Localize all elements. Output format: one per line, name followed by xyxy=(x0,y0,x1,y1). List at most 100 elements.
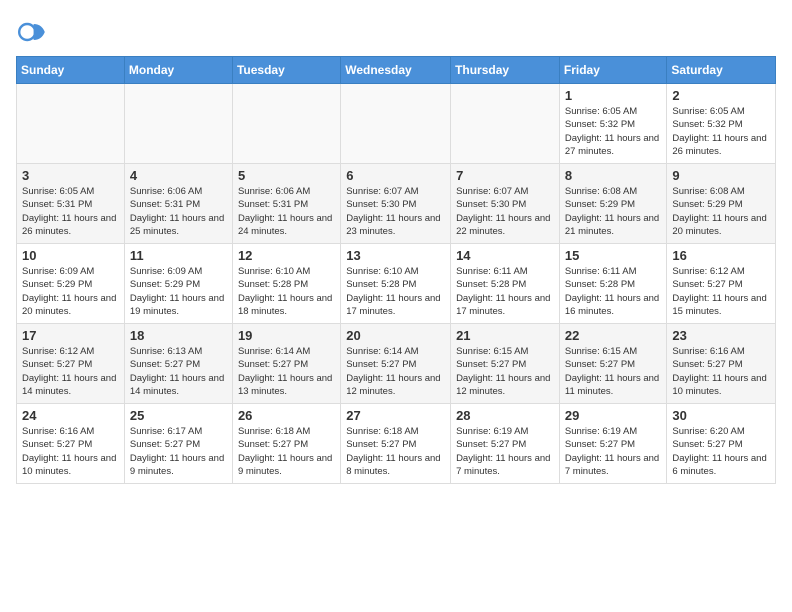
calendar-table: SundayMondayTuesdayWednesdayThursdayFrid… xyxy=(16,56,776,484)
day-number: 9 xyxy=(672,168,770,183)
day-info: Sunrise: 6:16 AM Sunset: 5:27 PM Dayligh… xyxy=(22,425,119,478)
day-info: Sunrise: 6:13 AM Sunset: 5:27 PM Dayligh… xyxy=(130,345,227,398)
day-number: 2 xyxy=(672,88,770,103)
day-info: Sunrise: 6:07 AM Sunset: 5:30 PM Dayligh… xyxy=(456,185,554,238)
calendar-cell: 16 Sunrise: 6:12 AM Sunset: 5:27 PM Dayli… xyxy=(667,244,776,324)
day-info: Sunrise: 6:19 AM Sunset: 5:27 PM Dayligh… xyxy=(565,425,662,478)
calendar-cell: 22 Sunrise: 6:15 AM Sunset: 5:27 PM Dayli… xyxy=(559,324,667,404)
calendar-cell: 9 Sunrise: 6:08 AM Sunset: 5:29 PM Daylig… xyxy=(667,164,776,244)
day-number: 16 xyxy=(672,248,770,263)
weekday-header-monday: Monday xyxy=(124,57,232,84)
day-info: Sunrise: 6:11 AM Sunset: 5:28 PM Dayligh… xyxy=(565,265,662,318)
day-info: Sunrise: 6:08 AM Sunset: 5:29 PM Dayligh… xyxy=(672,185,770,238)
calendar-cell: 27 Sunrise: 6:18 AM Sunset: 5:27 PM Dayli… xyxy=(341,404,451,484)
calendar-cell: 20Sunrise: 6:14 AM Sunset: 5:27 PM Dayli… xyxy=(341,324,451,404)
day-number: 6 xyxy=(346,168,445,183)
calendar-cell xyxy=(17,84,125,164)
day-info: Sunrise: 6:05 AM Sunset: 5:31 PM Dayligh… xyxy=(22,185,119,238)
calendar-cell: 30 Sunrise: 6:20 AM Sunset: 5:27 PM Dayli… xyxy=(667,404,776,484)
day-number: 1 xyxy=(565,88,662,103)
day-number: 20 xyxy=(346,328,445,343)
day-info: Sunrise: 6:20 AM Sunset: 5:27 PM Dayligh… xyxy=(672,425,770,478)
calendar-cell: 15Sunrise: 6:11 AM Sunset: 5:28 PM Dayli… xyxy=(559,244,667,324)
calendar-cell: 12 Sunrise: 6:10 AM Sunset: 5:28 PM Dayli… xyxy=(232,244,340,324)
calendar-cell: 17 Sunrise: 6:12 AM Sunset: 5:27 PM Dayli… xyxy=(17,324,125,404)
day-info: Sunrise: 6:05 AM Sunset: 5:32 PM Dayligh… xyxy=(672,105,770,158)
day-info: Sunrise: 6:10 AM Sunset: 5:28 PM Dayligh… xyxy=(238,265,335,318)
day-info: Sunrise: 6:08 AM Sunset: 5:29 PM Dayligh… xyxy=(565,185,662,238)
day-number: 12 xyxy=(238,248,335,263)
day-number: 10 xyxy=(22,248,119,263)
day-info: Sunrise: 6:12 AM Sunset: 5:27 PM Dayligh… xyxy=(22,345,119,398)
day-info: Sunrise: 6:14 AM Sunset: 5:27 PM Dayligh… xyxy=(238,345,335,398)
day-info: Sunrise: 6:07 AM Sunset: 5:30 PM Dayligh… xyxy=(346,185,445,238)
day-info: Sunrise: 6:16 AM Sunset: 5:27 PM Dayligh… xyxy=(672,345,770,398)
day-number: 17 xyxy=(22,328,119,343)
day-info: Sunrise: 6:09 AM Sunset: 5:29 PM Dayligh… xyxy=(22,265,119,318)
calendar-week-row: 17 Sunrise: 6:12 AM Sunset: 5:27 PM Dayli… xyxy=(17,324,776,404)
day-info: Sunrise: 6:17 AM Sunset: 5:27 PM Dayligh… xyxy=(130,425,227,478)
weekday-header-tuesday: Tuesday xyxy=(232,57,340,84)
calendar-cell: 10 Sunrise: 6:09 AM Sunset: 5:29 PM Dayli… xyxy=(17,244,125,324)
calendar-cell: 14 Sunrise: 6:11 AM Sunset: 5:28 PM Dayli… xyxy=(451,244,560,324)
calendar-cell: 21 Sunrise: 6:15 AM Sunset: 5:27 PM Dayli… xyxy=(451,324,560,404)
day-info: Sunrise: 6:15 AM Sunset: 5:27 PM Dayligh… xyxy=(456,345,554,398)
day-number: 13 xyxy=(346,248,445,263)
calendar-cell: 1 Sunrise: 6:05 AM Sunset: 5:32 PM Daylig… xyxy=(559,84,667,164)
calendar-cell: 7 Sunrise: 6:07 AM Sunset: 5:30 PM Daylig… xyxy=(451,164,560,244)
calendar-cell: 18 Sunrise: 6:13 AM Sunset: 5:27 PM Dayli… xyxy=(124,324,232,404)
day-info: Sunrise: 6:18 AM Sunset: 5:27 PM Dayligh… xyxy=(346,425,445,478)
page-header xyxy=(16,16,776,48)
calendar-cell: 2 Sunrise: 6:05 AM Sunset: 5:32 PM Daylig… xyxy=(667,84,776,164)
day-number: 30 xyxy=(672,408,770,423)
calendar-cell xyxy=(124,84,232,164)
day-number: 18 xyxy=(130,328,227,343)
calendar-week-row: 3Sunrise: 6:05 AM Sunset: 5:31 PM Daylig… xyxy=(17,164,776,244)
calendar-cell: 3Sunrise: 6:05 AM Sunset: 5:31 PM Daylig… xyxy=(17,164,125,244)
day-number: 27 xyxy=(346,408,445,423)
day-number: 8 xyxy=(565,168,662,183)
day-number: 22 xyxy=(565,328,662,343)
calendar-cell xyxy=(232,84,340,164)
calendar-cell: 13 Sunrise: 6:10 AM Sunset: 5:28 PM Dayli… xyxy=(341,244,451,324)
logo xyxy=(16,16,52,48)
calendar-cell: 29 Sunrise: 6:19 AM Sunset: 5:27 PM Dayli… xyxy=(559,404,667,484)
calendar-cell: 4Sunrise: 6:06 AM Sunset: 5:31 PM Daylig… xyxy=(124,164,232,244)
calendar-cell: 11Sunrise: 6:09 AM Sunset: 5:29 PM Dayli… xyxy=(124,244,232,324)
calendar-cell: 8 Sunrise: 6:08 AM Sunset: 5:29 PM Daylig… xyxy=(559,164,667,244)
weekday-header-thursday: Thursday xyxy=(451,57,560,84)
day-info: Sunrise: 6:12 AM Sunset: 5:27 PM Dayligh… xyxy=(672,265,770,318)
weekday-header-friday: Friday xyxy=(559,57,667,84)
calendar-cell: 6 Sunrise: 6:07 AM Sunset: 5:30 PM Daylig… xyxy=(341,164,451,244)
day-info: Sunrise: 6:11 AM Sunset: 5:28 PM Dayligh… xyxy=(456,265,554,318)
calendar-week-row: 24 Sunrise: 6:16 AM Sunset: 5:27 PM Dayli… xyxy=(17,404,776,484)
day-number: 24 xyxy=(22,408,119,423)
calendar-cell: 24 Sunrise: 6:16 AM Sunset: 5:27 PM Dayli… xyxy=(17,404,125,484)
weekday-header-row: SundayMondayTuesdayWednesdayThursdayFrid… xyxy=(17,57,776,84)
calendar-cell: 23Sunrise: 6:16 AM Sunset: 5:27 PM Dayli… xyxy=(667,324,776,404)
day-info: Sunrise: 6:05 AM Sunset: 5:32 PM Dayligh… xyxy=(565,105,662,158)
day-number: 28 xyxy=(456,408,554,423)
calendar-cell xyxy=(451,84,560,164)
day-number: 14 xyxy=(456,248,554,263)
day-number: 21 xyxy=(456,328,554,343)
calendar-cell xyxy=(341,84,451,164)
calendar-cell: 28 Sunrise: 6:19 AM Sunset: 5:27 PM Dayli… xyxy=(451,404,560,484)
day-number: 26 xyxy=(238,408,335,423)
calendar-cell: 19 Sunrise: 6:14 AM Sunset: 5:27 PM Dayli… xyxy=(232,324,340,404)
day-info: Sunrise: 6:06 AM Sunset: 5:31 PM Dayligh… xyxy=(130,185,227,238)
calendar-week-row: 1 Sunrise: 6:05 AM Sunset: 5:32 PM Daylig… xyxy=(17,84,776,164)
calendar-cell: 5Sunrise: 6:06 AM Sunset: 5:31 PM Daylig… xyxy=(232,164,340,244)
day-info: Sunrise: 6:09 AM Sunset: 5:29 PM Dayligh… xyxy=(130,265,227,318)
day-number: 29 xyxy=(565,408,662,423)
day-info: Sunrise: 6:19 AM Sunset: 5:27 PM Dayligh… xyxy=(456,425,554,478)
day-info: Sunrise: 6:06 AM Sunset: 5:31 PM Dayligh… xyxy=(238,185,335,238)
day-number: 7 xyxy=(456,168,554,183)
weekday-header-wednesday: Wednesday xyxy=(341,57,451,84)
day-info: Sunrise: 6:15 AM Sunset: 5:27 PM Dayligh… xyxy=(565,345,662,398)
weekday-header-saturday: Saturday xyxy=(667,57,776,84)
day-info: Sunrise: 6:10 AM Sunset: 5:28 PM Dayligh… xyxy=(346,265,445,318)
day-number: 19 xyxy=(238,328,335,343)
calendar-cell: 25Sunrise: 6:17 AM Sunset: 5:27 PM Dayli… xyxy=(124,404,232,484)
day-info: Sunrise: 6:18 AM Sunset: 5:27 PM Dayligh… xyxy=(238,425,335,478)
